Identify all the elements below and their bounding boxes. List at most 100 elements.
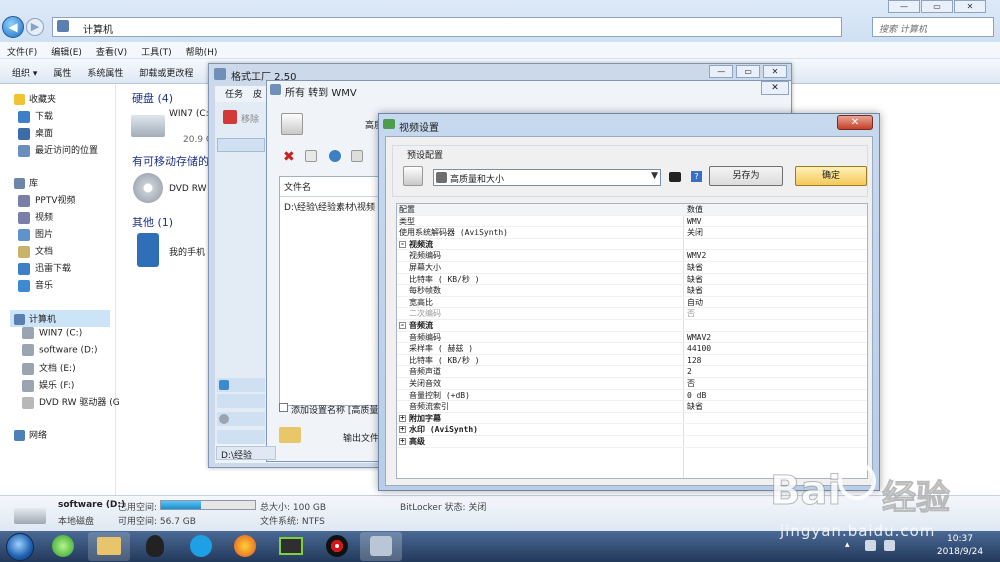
group-header-hdd[interactable]: 硬盘 (4) <box>132 90 173 106</box>
ff-side-tools[interactable] <box>217 430 265 444</box>
settings-row[interactable]: 比特率 ( KB/秒 ) 缺省 <box>397 274 867 286</box>
expand-icon[interactable]: + <box>399 438 406 445</box>
maximize-button[interactable]: ▭ <box>921 0 953 13</box>
preset-select[interactable]: 高质量和大小 ▼ <box>433 169 661 186</box>
settings-row[interactable]: + 高级 <box>397 436 867 448</box>
group-header-other[interactable]: 其他 (1) <box>132 214 173 230</box>
clear-icon[interactable] <box>305 150 317 162</box>
sidebar-item-music[interactable]: 音乐 <box>18 278 53 292</box>
ff-side-music[interactable] <box>217 378 265 392</box>
wmv-close-button[interactable]: ✕ <box>761 81 789 95</box>
expand-icon[interactable]: + <box>399 426 406 434</box>
play-icon[interactable] <box>329 150 341 162</box>
taskbar-record-icon[interactable] <box>316 532 358 561</box>
sidebar-item-recent[interactable]: 最近访问的位置 <box>18 143 98 157</box>
settings-row[interactable]: 屏幕大小 缺省 <box>397 262 867 274</box>
taskbar-360-icon[interactable] <box>42 532 84 561</box>
settings-row[interactable]: + 附加字幕 <box>397 413 867 425</box>
ff-remove-label[interactable]: 移除 <box>241 112 259 125</box>
close-button[interactable]: ✕ <box>954 0 986 13</box>
sidebar-item-videos[interactable]: 视频 <box>18 210 53 224</box>
taskbar-explorer-icon[interactable] <box>88 532 130 561</box>
favorites-header[interactable]: 收藏夹 <box>14 92 56 105</box>
settings-row[interactable]: 视频编码 WMV2 <box>397 250 867 262</box>
computer-header[interactable]: 计算机 <box>10 310 110 327</box>
group-header-removable[interactable]: 有可移动存储的 <box>132 153 209 169</box>
sidebar-drive-c[interactable]: WIN7 (C:) <box>22 327 82 339</box>
ff-tab-skin[interactable]: 皮 <box>253 87 262 100</box>
network-header[interactable]: 网络 <box>14 428 47 441</box>
sidebar-item-documents[interactable]: 文档 <box>18 244 53 258</box>
setting-name: - 音频流 <box>399 320 433 331</box>
sidebar-item-desktop[interactable]: 桌面 <box>18 126 53 140</box>
properties-button[interactable]: 属性 <box>45 59 79 86</box>
vs-close-button[interactable]: ✕ <box>837 115 873 130</box>
sidebar-drive-g[interactable]: DVD RW 驱动器 (G <box>22 395 120 409</box>
settings-row[interactable]: 音频流索引 缺省 <box>397 401 867 413</box>
taskbar-pptv-icon[interactable] <box>180 532 222 561</box>
settings-row[interactable]: 每秒帧数 缺省 <box>397 285 867 297</box>
taskbar-format-factory-icon[interactable] <box>360 532 402 561</box>
ff-side-selected[interactable] <box>217 138 265 152</box>
settings-row[interactable]: 宽高比 自动 <box>397 297 867 309</box>
drive-dvd-label[interactable]: DVD RW <box>169 184 207 194</box>
expand-icon[interactable]: + <box>399 414 406 422</box>
sidebar-item-pptv[interactable]: PPTV视频 <box>18 193 76 207</box>
ff-side-image[interactable] <box>217 394 265 408</box>
sidebar-drive-f[interactable]: 娱乐 (F:) <box>22 378 74 392</box>
ff-minimize-button[interactable]: — <box>709 65 734 78</box>
sidebar-item-pictures[interactable]: 图片 <box>18 227 53 241</box>
ff-side-rom[interactable] <box>217 412 265 426</box>
ok-button[interactable]: 确定 <box>795 166 867 186</box>
help-icon[interactable]: ? <box>691 171 702 182</box>
search-input[interactable]: 搜索 计算机 <box>872 17 994 37</box>
taskbar-pinnacle-icon[interactable] <box>270 532 312 561</box>
sidebar-drive-d[interactable]: software (D:) <box>22 344 98 356</box>
drive-win7-label[interactable]: WIN7 (C: <box>169 109 209 119</box>
uninstall-button[interactable]: 卸载或更改程 <box>131 59 201 86</box>
address-bar[interactable]: 计算机 <box>52 17 842 37</box>
sidebar-drive-e[interactable]: 文档 (E:) <box>22 361 76 375</box>
settings-row[interactable]: 音量控制 (+dB) 0 dB <box>397 390 867 402</box>
organize-button[interactable]: 组织 ▾ <box>0 59 45 86</box>
taskbar-qq-icon[interactable] <box>134 532 176 561</box>
library-header[interactable]: 库 <box>14 176 38 189</box>
forward-button[interactable]: ▶ <box>26 18 44 36</box>
back-button[interactable]: ◀ <box>2 16 24 38</box>
device-phone-label[interactable]: 我的手机 <box>169 245 205 258</box>
wmv-format-icon <box>281 113 303 135</box>
collapse-icon[interactable]: - <box>399 322 406 329</box>
settings-row[interactable]: 比特率 ( KB/秒 ) 128 <box>397 355 867 367</box>
save-as-button[interactable]: 另存为 <box>709 166 783 186</box>
file-list-header[interactable]: 文件名 <box>280 177 388 197</box>
address-text: 计算机 <box>83 25 113 36</box>
folder-icon[interactable] <box>279 427 301 443</box>
collapse-icon[interactable]: - <box>399 240 406 248</box>
file-list-row[interactable]: D:\经验\经验素材\视频 <box>280 197 388 216</box>
settings-row[interactable]: 使用系统解码器 (AviSynth) 关闭 <box>397 227 867 239</box>
cmd-icon[interactable] <box>669 172 681 182</box>
settings-row[interactable]: 音频声道 2 <box>397 366 867 378</box>
setting-name: 类型 <box>399 216 415 227</box>
ff-tab-tasks[interactable]: 任务 <box>225 87 243 100</box>
settings-row[interactable]: - 音频流 <box>397 320 867 332</box>
minimize-button[interactable]: — <box>888 0 920 13</box>
settings-row[interactable]: 关闭音效 否 <box>397 378 867 390</box>
settings-row[interactable]: + 水印 (AviSynth) <box>397 424 867 436</box>
settings-row[interactable]: 采样率 ( 赫兹 ) 44100 <box>397 343 867 355</box>
settings-row[interactable]: 音频编码 WMAV2 <box>397 332 867 344</box>
settings-row[interactable]: - 视频流 <box>397 239 867 251</box>
sidebar-item-thunder[interactable]: 迅雷下载 <box>18 261 71 275</box>
add-setting-checkbox[interactable] <box>279 403 288 412</box>
system-properties-button[interactable]: 系统属性 <box>79 59 131 86</box>
settings-row[interactable]: 类型 WMV <box>397 216 867 228</box>
info-icon[interactable] <box>351 150 363 162</box>
settings-row[interactable]: 二次编码 否 <box>397 308 867 320</box>
ff-maximize-button[interactable]: ▭ <box>736 65 761 78</box>
taskbar-firefox-icon[interactable] <box>224 532 266 561</box>
start-button[interactable] <box>6 533 34 561</box>
music-icon <box>219 380 229 390</box>
sidebar-item-downloads[interactable]: 下载 <box>18 109 53 123</box>
ff-close-button[interactable]: ✕ <box>763 65 787 78</box>
delete-icon[interactable]: ✖ <box>283 149 295 165</box>
